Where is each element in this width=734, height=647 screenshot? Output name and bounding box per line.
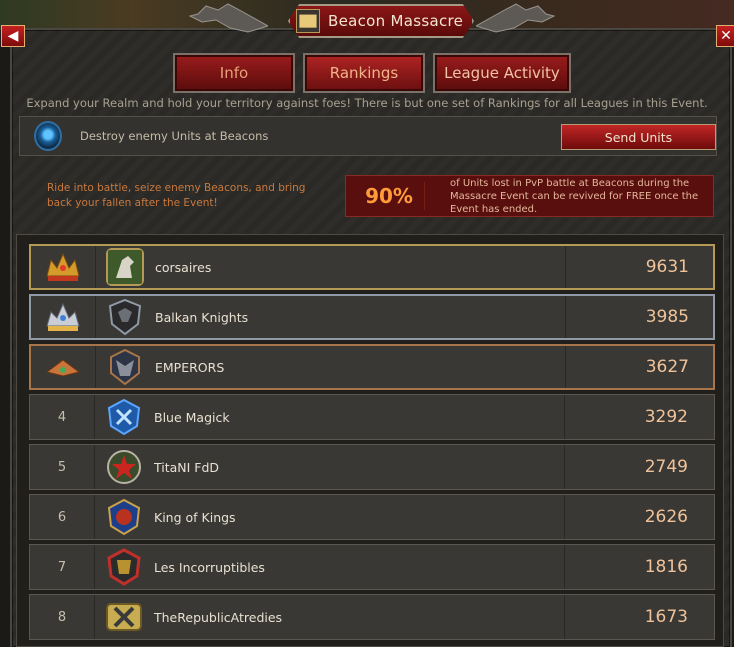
close-button[interactable]: ✕ <box>716 25 734 47</box>
score-value: 1816 <box>564 545 714 589</box>
ride-text: Ride into battle, seize enemy Beacons, a… <box>47 182 306 209</box>
alliance-name: Balkan Knights <box>155 309 249 325</box>
alliance-name: corsaires <box>155 259 212 275</box>
intro-text: Expand your Realm and hold your territor… <box>26 96 708 110</box>
title-banner: ██ Beacon Massacre <box>288 4 474 38</box>
red-star-emblem <box>107 450 141 484</box>
tab-league-activity[interactable]: League Activity <box>433 53 571 93</box>
rank-number: 6 <box>30 495 95 539</box>
dragon-emblem <box>106 248 144 286</box>
emblem-cell <box>95 346 155 388</box>
tab-rankings[interactable]: Rankings <box>303 53 425 93</box>
bronze-crown-icon <box>45 359 81 377</box>
rank-number: 7 <box>30 545 95 589</box>
ranking-podium-icon: ██ <box>296 9 320 33</box>
rankings-list: corsaires 9631 Balkan Knights 3985 EMPER… <box>16 234 724 647</box>
ranking-row[interactable]: 5 TitaNI FdD 2749 <box>29 444 715 490</box>
revive-text: of Units lost in PvP battle at Beacons d… <box>450 178 699 215</box>
objective-bar: Destroy enemy Units at Beacons Send Unit… <box>19 116 717 156</box>
back-arrow-icon: ◀ <box>7 28 19 44</box>
score-value: 2626 <box>564 495 714 539</box>
score-value: 3627 <box>565 346 715 388</box>
ranking-row[interactable]: 6 King of Kings 2626 <box>29 494 715 540</box>
dragon-wing-left-decoration <box>188 3 268 33</box>
blue-rune-emblem <box>107 398 141 436</box>
objective-text: Destroy enemy Units at Beacons <box>80 129 269 143</box>
rank-number: 8 <box>30 595 95 639</box>
crossed-swords-emblem <box>106 603 142 631</box>
emblem-cell <box>94 395 154 439</box>
gold-crown-icon <box>46 252 80 281</box>
emblem-cell <box>94 495 154 539</box>
alliance-name: TheRepublicAtredies <box>154 609 283 625</box>
silver-crown-icon <box>46 302 80 331</box>
ranking-row[interactable]: Balkan Knights 3985 <box>29 294 715 340</box>
score-value: 3985 <box>565 296 715 338</box>
alliance-name: TitaNI FdD <box>154 459 220 475</box>
send-units-button[interactable]: Send Units <box>561 124 716 150</box>
bull-emblem <box>110 348 140 386</box>
score-value: 2749 <box>564 445 714 489</box>
ranking-row[interactable]: 4 Blue Magick 3292 <box>29 394 715 440</box>
helmet-emblem <box>107 498 141 536</box>
emblem-cell <box>95 246 155 288</box>
beacon-icon <box>34 121 62 151</box>
score-value: 9631 <box>565 246 715 288</box>
alliance-name: EMPERORS <box>155 359 225 375</box>
score-value: 1673 <box>564 595 714 639</box>
back-button[interactable]: ◀ <box>1 25 25 47</box>
revive-info-box: 90% of Units lost in PvP battle at Beaco… <box>345 175 714 217</box>
black-eagle-emblem <box>108 298 142 336</box>
rank-number: 5 <box>30 445 95 489</box>
score-value: 3292 <box>564 395 714 439</box>
window-title: Beacon Massacre <box>328 12 464 30</box>
rank-number: 4 <box>30 395 95 439</box>
revive-percent: 90% <box>354 182 425 210</box>
alliance-name: Blue Magick <box>154 409 230 425</box>
emblem-cell <box>94 445 154 489</box>
emblem-cell <box>94 545 154 589</box>
emblem-cell <box>94 595 154 639</box>
ranking-row[interactable]: 8 TheRepublicAtredies 1673 <box>29 594 715 640</box>
tab-info[interactable]: Info <box>173 53 295 93</box>
ranking-row[interactable]: 7 Les Incorruptibles 1816 <box>29 544 715 590</box>
emblem-cell <box>95 296 155 338</box>
dragon-wing-right-decoration <box>476 3 556 33</box>
alliance-name: Les Incorruptibles <box>154 559 265 575</box>
ranking-row[interactable]: EMPERORS 3627 <box>29 344 715 390</box>
alliance-name: King of Kings <box>154 509 236 525</box>
rank-cell <box>31 246 96 288</box>
knight-emblem <box>107 548 141 586</box>
close-icon: ✕ <box>720 28 732 44</box>
ranking-row[interactable]: corsaires 9631 <box>29 244 715 290</box>
rank-cell <box>31 296 96 338</box>
rank-cell <box>31 346 96 388</box>
